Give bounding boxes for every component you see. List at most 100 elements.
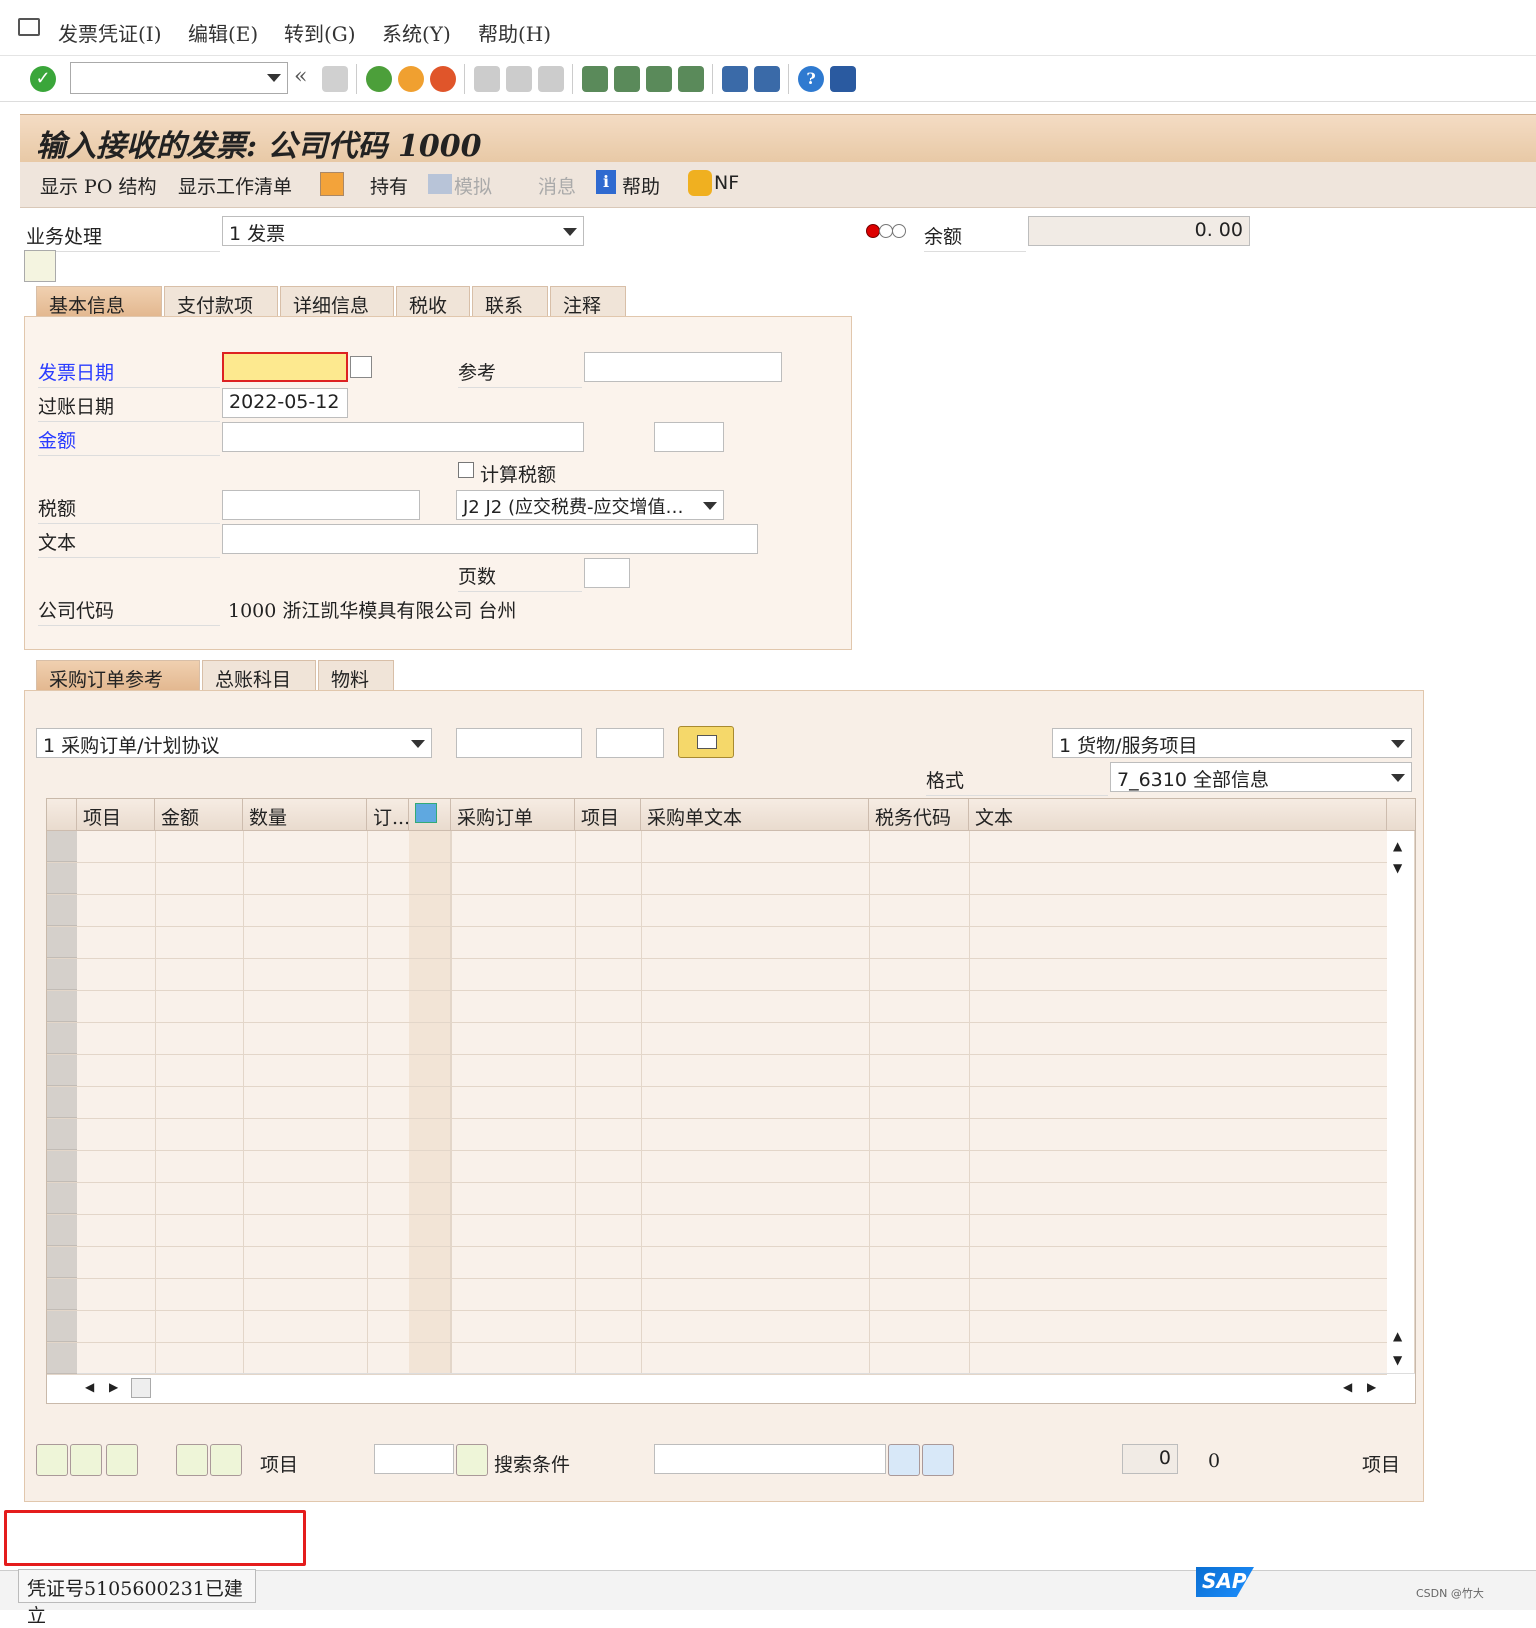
row-selector[interactable] <box>47 1247 77 1278</box>
table-row[interactable] <box>47 831 1387 863</box>
table-row[interactable] <box>47 927 1387 959</box>
calendar-icon[interactable] <box>350 356 372 378</box>
nf-button[interactable]: NF <box>714 172 739 194</box>
row-selector[interactable] <box>47 927 77 958</box>
table-row[interactable] <box>47 1151 1387 1183</box>
scroll-left-icon[interactable]: ◀ <box>1343 1380 1352 1394</box>
tab-basic-data[interactable]: 基本信息 <box>36 286 162 317</box>
table-row[interactable] <box>47 1183 1387 1215</box>
row-selector[interactable] <box>47 895 77 926</box>
scroll-thumb[interactable] <box>131 1378 151 1398</box>
scroll-down-icon[interactable]: ▲ <box>1393 1329 1402 1343</box>
table-row[interactable] <box>47 1247 1387 1279</box>
transfer-po-button[interactable] <box>678 726 734 758</box>
search-criteria-field[interactable] <box>654 1444 886 1474</box>
menu-goto[interactable]: 转到(G) <box>284 18 356 47</box>
column-header-order-unit[interactable]: 订... <box>367 799 409 831</box>
layout-select[interactable]: 7_6310 全部信息 <box>1110 762 1412 792</box>
table-row[interactable] <box>47 1055 1387 1087</box>
amount-field[interactable] <box>222 422 584 452</box>
tab-note[interactable]: 注释 <box>550 286 626 317</box>
tab-details[interactable]: 详细信息 <box>280 286 394 317</box>
deselect-all-button[interactable] <box>210 1444 242 1476</box>
find-next-icon[interactable] <box>538 66 564 92</box>
simulate-button[interactable]: 模拟 <box>454 172 492 199</box>
table-row[interactable] <box>47 991 1387 1023</box>
transaction-select[interactable]: 1 发票 <box>222 216 584 246</box>
help-button[interactable]: 帮助 <box>622 172 660 199</box>
reference-field[interactable] <box>584 352 782 382</box>
previous-page-icon[interactable] <box>614 66 640 92</box>
text-field[interactable] <box>222 524 758 554</box>
chevron-down-icon[interactable] <box>411 740 425 748</box>
first-page-icon[interactable] <box>582 66 608 92</box>
tab-gl-account[interactable]: 总账科目 <box>202 660 316 691</box>
menu-edit[interactable]: 编辑(E) <box>188 18 258 47</box>
column-header-tax-code[interactable]: 税务代码 <box>869 799 969 831</box>
clipboard-icon[interactable] <box>320 172 344 196</box>
row-selector[interactable] <box>47 1055 77 1086</box>
find-icon[interactable] <box>506 66 532 92</box>
row-selector[interactable] <box>47 1119 77 1150</box>
row-selector[interactable] <box>47 1183 77 1214</box>
help-icon[interactable]: ? <box>798 66 824 92</box>
table-row[interactable] <box>47 863 1387 895</box>
exit-icon[interactable] <box>398 66 424 92</box>
find-next-button[interactable] <box>922 1444 954 1476</box>
goto-item-button[interactable] <box>456 1444 488 1476</box>
column-header-status[interactable] <box>409 799 451 831</box>
show-po-structure-button[interactable]: 显示 PO 结构 <box>40 172 156 199</box>
collapse-double-left-icon[interactable]: « <box>294 64 307 89</box>
customize-layout-icon[interactable] <box>830 66 856 92</box>
table-row[interactable] <box>47 1023 1387 1055</box>
chevron-down-icon[interactable] <box>267 74 281 82</box>
tab-tax[interactable]: 税收 <box>396 286 470 317</box>
item-type-select[interactable]: 1 货物/服务项目 <box>1052 728 1412 758</box>
row-selector[interactable] <box>47 831 77 862</box>
scroll-up-icon[interactable]: ▼ <box>1393 861 1402 875</box>
table-row[interactable] <box>47 1343 1387 1375</box>
hold-button[interactable]: 持有 <box>370 172 408 199</box>
table-row[interactable] <box>47 1119 1387 1151</box>
show-worklist-button[interactable]: 显示工作清单 <box>178 172 292 199</box>
new-session-icon[interactable] <box>722 66 748 92</box>
row-selector[interactable] <box>47 1023 77 1054</box>
menu-invoice-document[interactable]: 发票凭证(I) <box>58 18 162 47</box>
scroll-right-icon[interactable]: ▶ <box>109 1380 118 1394</box>
menu-icon[interactable] <box>18 18 40 36</box>
find-button[interactable] <box>888 1444 920 1476</box>
column-header-po-text[interactable]: 采购单文本 <box>641 799 869 831</box>
reference-type-select[interactable]: 1 采购订单/计划协议 <box>36 728 432 758</box>
print-icon[interactable] <box>474 66 500 92</box>
add-item-button[interactable] <box>36 1444 68 1476</box>
last-page-icon[interactable] <box>678 66 704 92</box>
invoice-date-field[interactable] <box>222 352 348 382</box>
column-header-po[interactable]: 采购订单 <box>451 799 575 831</box>
menu-help[interactable]: 帮助(H) <box>478 18 551 47</box>
posting-date-field[interactable]: 2022-05-12 <box>222 388 348 418</box>
row-selector[interactable] <box>47 1279 77 1310</box>
table-row[interactable] <box>47 959 1387 991</box>
column-settings-button[interactable] <box>1387 799 1415 831</box>
back-icon[interactable] <box>366 66 392 92</box>
table-row[interactable] <box>47 1215 1387 1247</box>
column-header-item[interactable]: 项目 <box>77 799 155 831</box>
horizontal-scrollbar[interactable]: ◀ ▶ ◀ ▶ <box>47 1373 1415 1403</box>
shortcut-icon[interactable] <box>754 66 780 92</box>
command-field[interactable] <box>70 62 288 94</box>
status-message[interactable]: 凭证号5105600231已建立 <box>18 1569 256 1627</box>
tab-payment[interactable]: 支付款项 <box>164 286 278 317</box>
table-row[interactable] <box>47 1087 1387 1119</box>
tax-amount-field[interactable] <box>222 490 420 520</box>
scroll-bottom-icon[interactable]: ▼ <box>1393 1353 1402 1367</box>
po-item-field[interactable] <box>596 728 664 758</box>
row-selector[interactable] <box>47 863 77 894</box>
row-selector[interactable] <box>47 1343 77 1374</box>
scroll-top-icon[interactable]: ▲ <box>1393 839 1402 853</box>
tab-po-reference[interactable]: 采购订单参考 <box>36 660 200 691</box>
po-number-field[interactable] <box>456 728 582 758</box>
messages-button[interactable]: 消息 <box>538 172 576 199</box>
table-row[interactable] <box>47 1279 1387 1311</box>
column-header-quantity[interactable]: 数量 <box>243 799 367 831</box>
row-selector[interactable] <box>47 991 77 1022</box>
